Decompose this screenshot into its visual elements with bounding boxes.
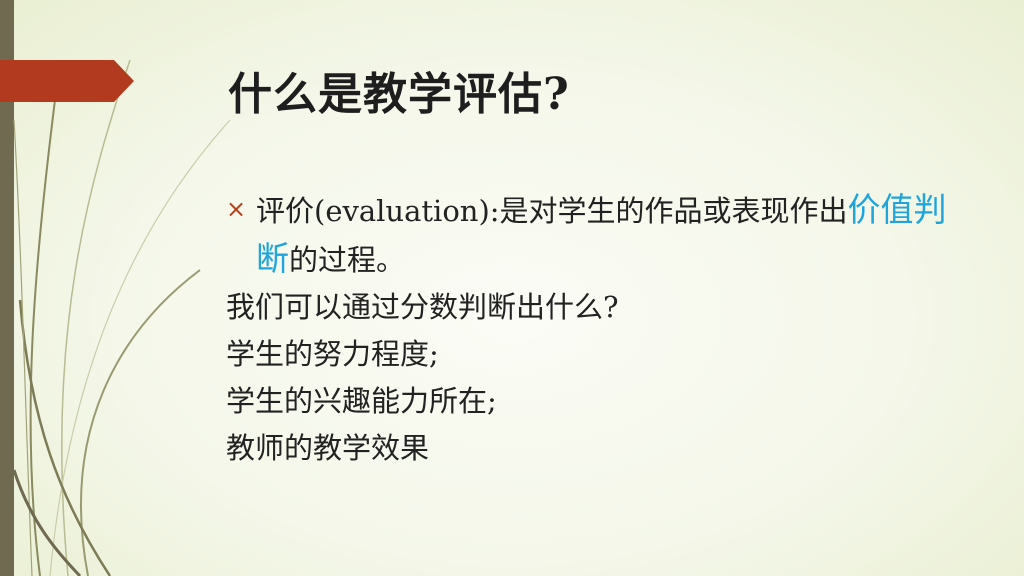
bullet-text-after: 的过程。: [289, 243, 406, 277]
title-arrow-icon: [0, 60, 134, 102]
bullet-text-before: 评价(evaluation):是对学生的作品或表现作出: [256, 194, 848, 228]
slide-title: 什么是教学评估?: [228, 69, 570, 120]
slide-content: × 评价(evaluation):是对学生的作品或表现作出价值判断的过程。 我们…: [226, 186, 966, 472]
content-line-2: 学生的努力程度;: [226, 337, 439, 371]
bullet-item: × 评价(evaluation):是对学生的作品或表现作出价值判断的过程。: [226, 186, 966, 284]
bullet-x-icon: ×: [226, 195, 247, 223]
content-line-1: 我们可以通过分数判断出什么?: [226, 290, 619, 324]
content-line-3: 学生的兴趣能力所在;: [226, 384, 497, 418]
content-line-4: 教师的教学效果: [226, 431, 430, 465]
